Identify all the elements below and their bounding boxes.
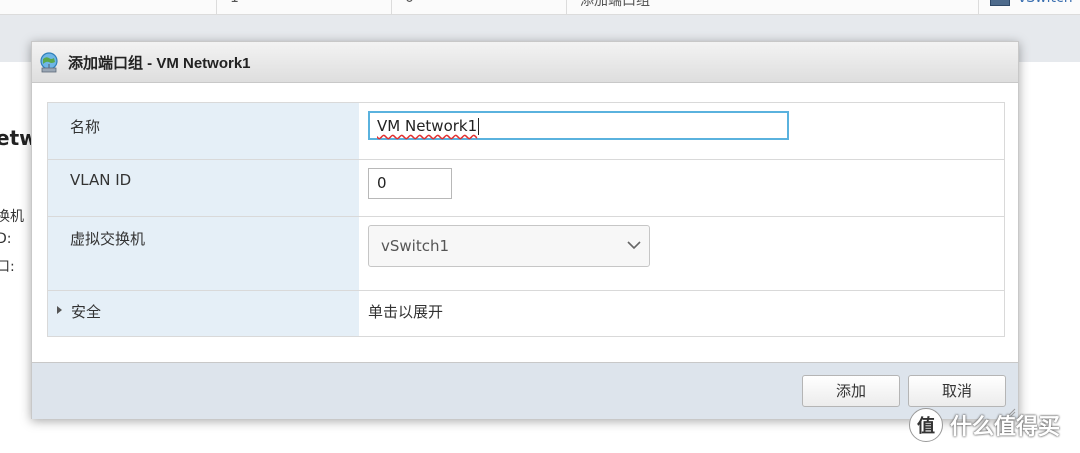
- form-row-vlan: VLAN ID 0: [48, 160, 1004, 217]
- text-caret: [478, 118, 480, 135]
- dialog-footer: 添加 取消: [32, 362, 1018, 419]
- column-divider: [391, 0, 392, 14]
- label-cell: 安全: [48, 291, 359, 336]
- dialog-title: 添加端口组 - VM Network1: [68, 55, 251, 72]
- value-cell: VM Network1: [359, 103, 1004, 159]
- column-divider: [566, 0, 567, 14]
- cancel-button[interactable]: 取消: [908, 375, 1006, 407]
- watermark-logo-char: 值: [917, 416, 935, 437]
- background-label: 换机: [0, 209, 24, 225]
- vswitch-select[interactable]: vSwitch1: [368, 225, 650, 267]
- network-globe-icon: [40, 52, 58, 73]
- value-cell: 单击以展开: [359, 291, 1004, 336]
- background-table-row: 1 0 添加端口组 vSwitch: [0, 0, 1080, 15]
- bg-cell: 添加端口组: [580, 0, 650, 9]
- value-cell: 0: [359, 160, 1004, 216]
- label-cell: 名称: [48, 103, 359, 159]
- watermark-text: 什么值得买: [950, 415, 1061, 440]
- name-input[interactable]: VM Network1: [368, 111, 789, 140]
- form-row-vswitch: 虚拟交换机 vSwitch1: [48, 217, 1004, 291]
- add-button[interactable]: 添加: [802, 375, 900, 407]
- background-label: 口:: [0, 259, 15, 275]
- vlan-id-input[interactable]: 0: [368, 168, 452, 199]
- value-cell: vSwitch1: [359, 217, 1004, 290]
- vswitch-icon: [990, 0, 1010, 6]
- column-divider: [216, 0, 217, 14]
- vswitch-label: 虚拟交换机: [70, 230, 146, 248]
- vswitch-selected-value: vSwitch1: [381, 237, 450, 255]
- port-group-form: 名称 VM Network1 VLAN ID 0 虚拟交换机 vSwitch1: [47, 102, 1005, 337]
- bg-cell: 0: [405, 0, 414, 6]
- expand-hint[interactable]: 单击以展开: [368, 301, 443, 322]
- background-label: D:: [0, 231, 12, 247]
- watermark-logo-icon: 值: [909, 408, 943, 442]
- form-row-name: 名称 VM Network1: [48, 103, 1004, 160]
- vswitch-link[interactable]: vSwitch: [1018, 0, 1073, 6]
- vlan-label: VLAN ID: [70, 171, 132, 189]
- security-label[interactable]: 安全: [71, 301, 101, 322]
- chevron-down-icon: [627, 241, 641, 250]
- add-port-group-dialog: 添加端口组 - VM Network1 名称 VM Network1 VLAN …: [31, 41, 1019, 419]
- name-label: 名称: [70, 118, 101, 136]
- label-cell: 虚拟交换机: [48, 217, 359, 290]
- bg-cell: 1: [230, 0, 239, 6]
- expand-arrow-icon[interactable]: [57, 306, 62, 314]
- dialog-header[interactable]: 添加端口组 - VM Network1: [32, 42, 1018, 83]
- name-input-value: VM Network1: [377, 117, 478, 135]
- form-row-security[interactable]: 安全 单击以展开: [48, 291, 1004, 336]
- label-cell: VLAN ID: [48, 160, 359, 216]
- column-divider: [978, 0, 979, 14]
